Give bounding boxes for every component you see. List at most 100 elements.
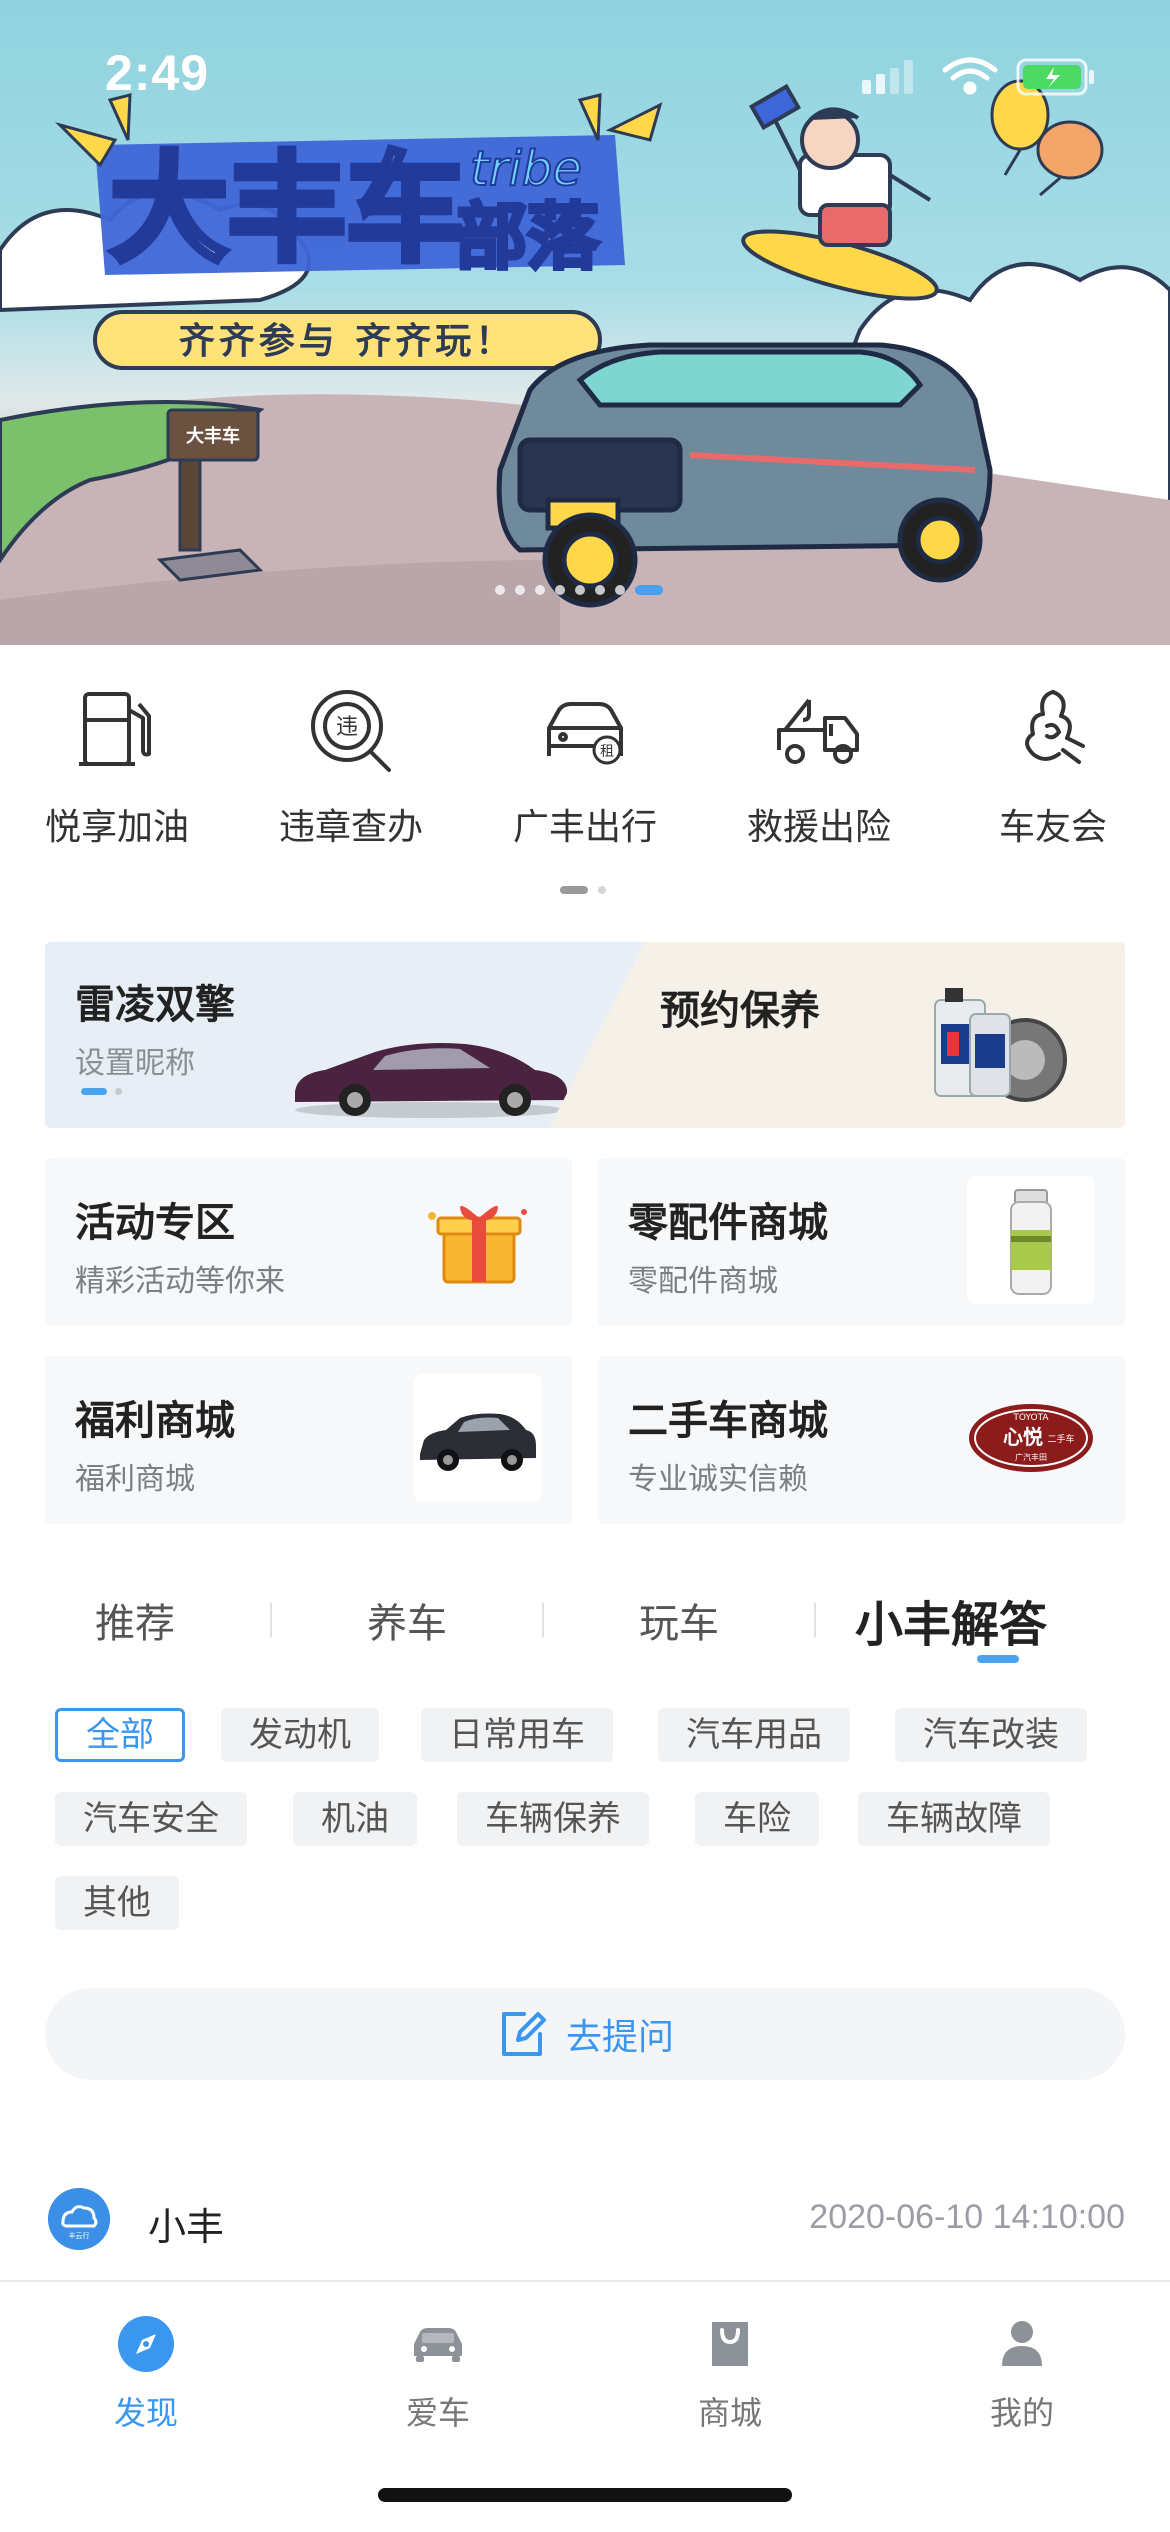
tile-parts-mall[interactable]: 零配件商城 零配件商城 — [598, 1158, 1125, 1326]
tile-activities[interactable]: 活动专区 精彩活动等你来 — [45, 1158, 572, 1326]
ask-question-button[interactable]: 去提问 — [45, 1988, 1125, 2080]
nav-label: 商城 — [697, 2394, 762, 2432]
nav-my-car[interactable]: 爱车 — [292, 2312, 584, 2434]
status-indicators — [862, 57, 1094, 96]
tab-car-fun[interactable]: 玩车 — [544, 1591, 814, 1649]
ask-question-label: 去提问 — [565, 2017, 674, 2058]
pager-dot — [555, 585, 565, 595]
edit-icon — [501, 2012, 546, 2056]
car-pager-dot — [81, 1088, 107, 1095]
pager-dot — [515, 585, 525, 595]
category-chip[interactable]: 车辆故障 — [858, 1792, 1050, 1846]
pager-dot — [535, 585, 545, 595]
category-chip[interactable]: 汽车用品 — [658, 1708, 850, 1762]
car-icon — [414, 2328, 462, 2362]
pager-dot — [598, 886, 606, 894]
pager-dot — [635, 585, 663, 595]
banner-title-cn: 部落 — [455, 195, 600, 279]
compass-icon — [118, 2316, 174, 2372]
promo-banner[interactable]: 大丰车 大丰车 tribe 部落 齐齐参与 齐齐玩！ 2:49 — [0, 0, 1170, 645]
suv-car-image — [414, 1374, 542, 1502]
svg-text:违: 违 — [336, 715, 358, 740]
tile-subtitle: 福利商城 — [75, 1462, 195, 1497]
quick-item-club[interactable]: 车友会 — [936, 680, 1170, 880]
nav-label: 我的 — [989, 2394, 1054, 2432]
tile-used-car-mall[interactable]: 二手车商城 专业诚实信赖 TOYOTA 心悦 二手车 广汽丰田 — [598, 1356, 1125, 1524]
quick-label: 广丰出行 — [512, 807, 657, 848]
pager-dot — [495, 585, 505, 595]
nav-discover[interactable]: 发现 — [0, 2312, 292, 2434]
book-maintenance-title[interactable]: 预约保养 — [660, 978, 820, 1036]
nav-profile[interactable]: 我的 — [876, 2312, 1168, 2434]
tile-title: 零配件商城 — [628, 1200, 828, 1246]
rental-car-icon: 租 — [547, 702, 623, 765]
quick-item-fuel[interactable]: 悦享加油 — [0, 680, 234, 880]
tile-title: 二手车商城 — [628, 1398, 828, 1444]
category-chip-all[interactable]: 全部 — [55, 1708, 185, 1762]
car-name: 雷凌双擎 — [75, 982, 235, 1028]
quick-item-violation[interactable]: 违 违章查办 — [234, 680, 468, 880]
tile-subtitle: 精彩活动等你来 — [75, 1264, 285, 1299]
banner-pager — [495, 585, 663, 595]
tow-truck-icon — [777, 698, 859, 764]
avatar: 丰云行 — [48, 2188, 110, 2250]
nav-mall[interactable]: 商城 — [584, 2312, 876, 2434]
category-chip[interactable]: 汽车改装 — [895, 1708, 1087, 1762]
club-icon — [1025, 690, 1085, 764]
category-chip[interactable]: 汽车安全 — [55, 1792, 247, 1846]
car-pager — [81, 1088, 122, 1095]
pager-dot — [595, 585, 605, 595]
used-car-logo-image: TOYOTA 心悦 二手车 广汽丰田 — [969, 1404, 1093, 1472]
logo-small-text: 二手车 — [1047, 1433, 1074, 1445]
tile-title: 福利商城 — [75, 1398, 235, 1444]
category-chip[interactable]: 日常用车 — [421, 1708, 613, 1762]
fuel-pump-icon — [79, 692, 151, 766]
set-nickname-link[interactable]: 设置昵称 — [75, 1038, 195, 1082]
content-tabs: 推荐 养车 玩车 小丰解答 — [0, 1580, 1170, 1660]
banner-title: 大丰车 — [110, 140, 464, 278]
quick-label: 车友会 — [998, 807, 1107, 848]
post-timestamp: 2020-06-10 14:10:00 — [809, 2198, 1125, 2236]
nav-label: 爱车 — [405, 2394, 470, 2432]
violation-search-icon: 违 — [311, 690, 391, 772]
tab-recommend[interactable]: 推荐 — [0, 1591, 270, 1649]
battery-icon — [1016, 58, 1094, 96]
car-pager-dot — [115, 1088, 122, 1095]
tile-title: 活动专区 — [75, 1200, 235, 1246]
pager-dot — [615, 585, 625, 595]
status-time: 2:49 — [105, 45, 210, 101]
tab-qa[interactable]: 小丰解答 — [816, 1585, 1086, 1655]
quick-label: 悦享加油 — [44, 807, 189, 848]
banner-slogan: 齐齐参与 齐齐玩！ — [179, 321, 516, 362]
qa-post-header[interactable]: 丰云行 小丰 2020-06-10 14:10:00 — [48, 2188, 1125, 2258]
my-car-card[interactable]: 雷凌双擎 设置昵称 预约保养 — [45, 942, 1125, 1128]
quick-item-rental[interactable]: 租 广丰出行 — [468, 680, 702, 880]
shopping-bag-icon — [712, 2322, 748, 2366]
signal-icon — [862, 60, 913, 94]
quick-menu-pager — [560, 886, 606, 894]
quick-label: 救援出险 — [746, 807, 891, 848]
logo-bottom-text: 广汽丰田 — [1015, 1452, 1047, 1462]
active-tab-indicator — [977, 1655, 1019, 1663]
category-chip[interactable]: 车辆保养 — [457, 1792, 649, 1846]
tab-car-care[interactable]: 养车 — [272, 1591, 542, 1649]
category-chip[interactable]: 机油 — [293, 1792, 417, 1846]
nav-label: 发现 — [113, 2394, 178, 2432]
spray-can-image — [967, 1176, 1095, 1304]
tile-welfare-mall[interactable]: 福利商城 福利商城 — [45, 1356, 572, 1524]
gift-box-image — [428, 1205, 527, 1284]
pager-dot — [575, 585, 585, 595]
category-chip[interactable]: 其他 — [55, 1876, 179, 1930]
quick-menu: 悦享加油 违 违章查办 租 广丰出行 救援出险 车友会 — [0, 680, 1170, 880]
pager-dot — [560, 886, 588, 894]
my-car-panel[interactable]: 雷凌双擎 设置昵称 — [45, 942, 645, 1128]
tile-subtitle: 零配件商城 — [628, 1264, 778, 1299]
profile-icon — [1002, 2321, 1042, 2366]
category-chip[interactable]: 车险 — [695, 1792, 819, 1846]
sedan-car-image — [295, 1043, 567, 1118]
wifi-icon — [942, 57, 998, 95]
quick-item-rescue[interactable]: 救援出险 — [702, 680, 936, 880]
signpost-text: 大丰车 — [186, 425, 240, 447]
category-chip[interactable]: 发动机 — [221, 1708, 379, 1762]
quick-label: 违章查办 — [278, 807, 423, 848]
